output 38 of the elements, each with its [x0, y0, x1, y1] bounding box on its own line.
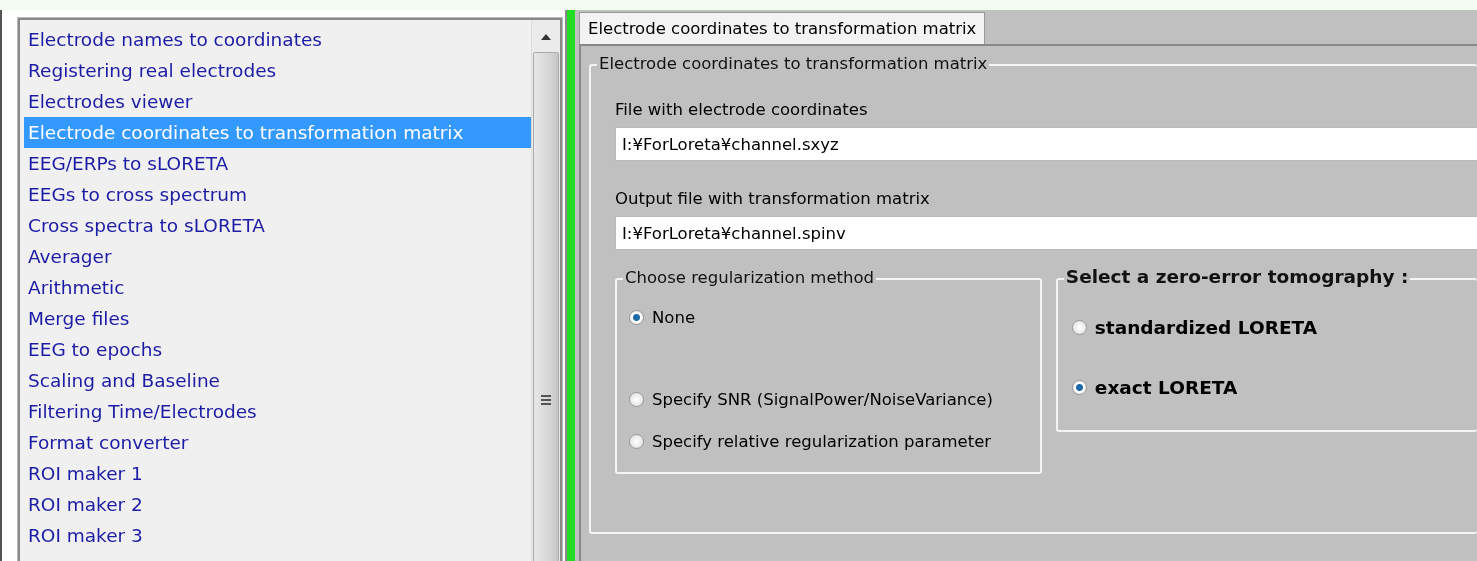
scrollbar[interactable]	[531, 20, 560, 561]
list-item[interactable]: Cross spectra to sLORETA	[24, 210, 531, 241]
list-item[interactable]: Merge files	[24, 303, 531, 334]
scroll-thumb[interactable]	[533, 52, 559, 561]
list-item[interactable]: Arithmetic	[24, 272, 531, 303]
input-field[interactable]: I:¥ForLoreta¥channel.spinv	[615, 216, 1477, 250]
grip-icon	[541, 395, 551, 405]
group-title: Choose regularization method	[623, 268, 877, 287]
radio-button[interactable]	[629, 309, 644, 325]
scroll-up-icon[interactable]	[541, 34, 551, 40]
list-item[interactable]: Format converter	[24, 427, 531, 458]
list-item[interactable]: EEG to epochs	[24, 334, 531, 365]
splitter[interactable]	[565, 10, 575, 561]
list-item[interactable]: EEG/ERPs to sLORETA	[24, 148, 531, 179]
radio-label[interactable]: standardized LORETA	[1094, 316, 1318, 338]
group-title: Select a zero-error tomography :	[1063, 266, 1411, 287]
radio-button[interactable]	[1071, 319, 1087, 335]
radio-label[interactable]: None	[652, 307, 696, 327]
list-item[interactable]: ROI maker 2	[24, 489, 531, 520]
radio-button[interactable]	[629, 391, 644, 407]
list-item[interactable]: EEGs to cross spectrum	[24, 179, 531, 210]
list-item[interactable]: ROI maker 3	[24, 520, 531, 551]
list-item[interactable]: Averager	[24, 241, 531, 272]
radio-label[interactable]: Specify relative regularization parameter	[652, 431, 992, 451]
list-item[interactable]: Filtering Time/Electrodes	[24, 396, 531, 427]
field-label: File with electrode coordinates	[615, 100, 869, 119]
radio-button[interactable]	[1071, 379, 1087, 395]
list-item[interactable]: Electrodes viewer	[24, 86, 531, 117]
list-item[interactable]: ROI maker 1	[24, 458, 531, 489]
list-item[interactable]: Registering real electrodes	[24, 55, 531, 86]
input-field[interactable]: I:¥ForLoreta¥channel.sxyz	[615, 127, 1477, 161]
radio-button[interactable]	[629, 433, 644, 449]
list-item[interactable]: Electrode names to coordinates	[24, 24, 531, 55]
field-label: Output file with transformation matrix	[615, 189, 931, 208]
radio-label[interactable]: exact LORETA	[1094, 376, 1238, 398]
tab[interactable]: Electrode coordinates to transformation matrix	[579, 12, 986, 44]
radio-label[interactable]: Specify SNR (SignalPower/NoiseVariance)	[652, 389, 993, 409]
list-item[interactable]: Scaling and Baseline	[24, 365, 531, 396]
